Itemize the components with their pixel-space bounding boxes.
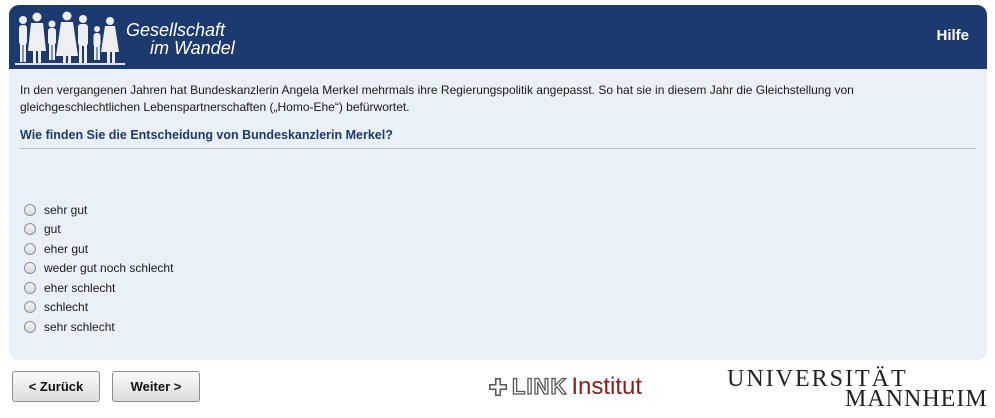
answer-label: schlecht: [44, 300, 89, 315]
radio-button[interactable]: [24, 320, 36, 333]
answer-option[interactable]: sehr schlecht: [20, 317, 976, 337]
back-button[interactable]: < Zurück: [12, 371, 100, 402]
header-bar: Gesellschaft im Wandel Hilfe: [9, 5, 987, 69]
radio-button[interactable]: [24, 242, 36, 255]
link-institut-logo: LINK Institut: [488, 373, 643, 400]
question-area: In den vergangenen Jahren hat Bundeskanz…: [9, 69, 987, 337]
answer-option[interactable]: gut: [20, 220, 976, 240]
institut-wordmark: Institut: [571, 373, 643, 400]
answer-label: sehr gut: [44, 202, 88, 217]
survey-panel: Gesellschaft im Wandel Hilfe In den verg…: [9, 5, 987, 360]
help-link[interactable]: Hilfe: [936, 27, 969, 44]
university-mannheim-logo: UNIVERSITÄT MANNHEIM: [727, 366, 987, 412]
radio-button[interactable]: [24, 223, 36, 236]
radio-button[interactable]: [24, 301, 36, 314]
answer-option[interactable]: schlecht: [20, 298, 976, 318]
answer-option[interactable]: eher gut: [20, 239, 976, 259]
question-text: Wie finden Sie die Entscheidung von Bund…: [20, 128, 976, 149]
answer-label: eher gut: [44, 241, 89, 256]
logo-title: Gesellschaft im Wandel: [126, 21, 235, 57]
answer-label: eher schlecht: [44, 280, 116, 295]
answer-label: weder gut noch schlecht: [44, 261, 174, 276]
answer-option[interactable]: weder gut noch schlecht: [20, 259, 976, 279]
radio-button[interactable]: [24, 281, 36, 294]
site-logo: Gesellschaft im Wandel: [15, 11, 265, 69]
logo-line-2: im Wandel: [150, 38, 235, 58]
answer-label: gut: [44, 222, 61, 237]
next-button[interactable]: Weiter >: [112, 371, 200, 402]
cross-icon: [489, 378, 507, 396]
question-intro: In den vergangenen Jahren hat Bundeskanz…: [20, 83, 854, 114]
mannheim-word: MANNHEIM: [845, 386, 988, 412]
people-silhouette-icon: [15, 11, 125, 65]
answer-option[interactable]: eher schlecht: [20, 278, 976, 298]
link-wordmark: LINK: [511, 373, 568, 399]
answer-options: sehr gut gut eher gut weder gut noch sch…: [20, 200, 976, 337]
radio-button[interactable]: [24, 262, 36, 275]
logo-line-1: Gesellschaft: [126, 20, 226, 40]
answer-option[interactable]: sehr gut: [20, 200, 976, 220]
radio-button[interactable]: [24, 203, 36, 216]
answer-label: sehr schlecht: [44, 319, 115, 334]
